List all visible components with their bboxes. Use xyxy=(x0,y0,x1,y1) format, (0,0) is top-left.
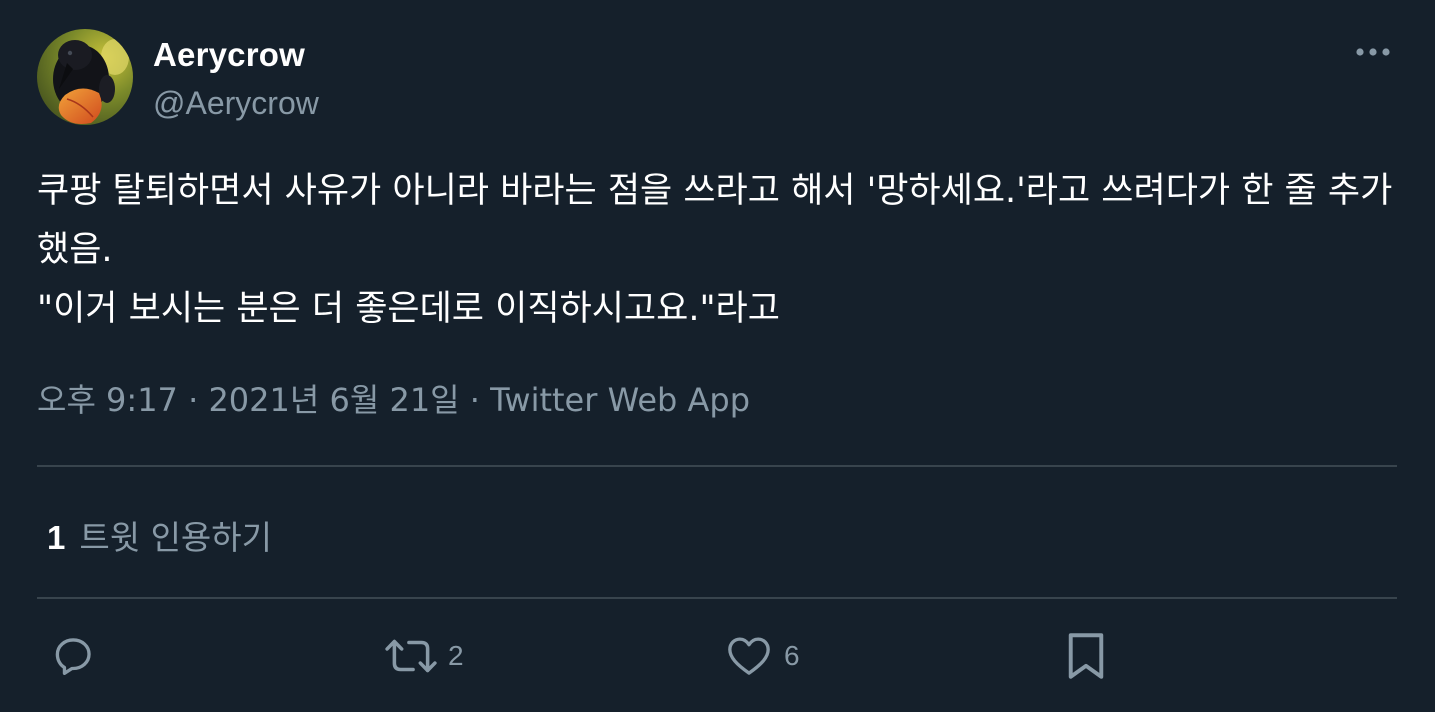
avatar[interactable] xyxy=(37,29,133,125)
more-options-button[interactable] xyxy=(1351,34,1395,70)
tweet-source[interactable]: Twitter Web App xyxy=(490,381,750,419)
like-button[interactable]: 6 xyxy=(724,628,800,684)
heart-icon xyxy=(728,637,770,675)
reply-icon xyxy=(55,638,91,675)
bookmark-icon xyxy=(1068,633,1104,679)
meta-separator: · xyxy=(469,381,480,419)
divider xyxy=(37,597,1397,599)
tweet-detail: Aerycrow @Aerycrow 쿠팡 탈퇴하면서 사유가 아니라 바라는 … xyxy=(0,0,1435,712)
like-count: 6 xyxy=(784,640,800,671)
meta-separator: · xyxy=(188,381,199,419)
author-display-name[interactable]: Aerycrow xyxy=(153,36,305,74)
reply-button[interactable] xyxy=(48,628,98,684)
quote-count: 1 xyxy=(47,519,66,556)
author-handle[interactable]: @Aerycrow xyxy=(153,85,319,122)
divider xyxy=(37,465,1397,467)
retweet-icon xyxy=(385,639,437,673)
tweet-time[interactable]: 오후 9:17 xyxy=(37,381,178,419)
retweet-count: 2 xyxy=(448,640,464,671)
crow-avatar-icon xyxy=(37,29,133,125)
quote-label: 트윗 인용하기 xyxy=(79,518,273,557)
tweet-metadata: 오후 9:17 · 2021년 6월 21일 · Twitter Web App xyxy=(37,375,750,421)
quote-tweets-link[interactable]: 1 트윗 인용하기 xyxy=(47,511,272,559)
more-icon xyxy=(1356,48,1390,56)
bookmark-button[interactable] xyxy=(1062,628,1110,684)
retweet-button[interactable]: 2 xyxy=(384,628,464,684)
tweet-text: 쿠팡 탈퇴하면서 사유가 아니라 바라는 점을 쓰라고 해서 '망하세요.'라고… xyxy=(37,171,1393,329)
tweet-date[interactable]: 2021년 6월 21일 xyxy=(208,381,459,419)
